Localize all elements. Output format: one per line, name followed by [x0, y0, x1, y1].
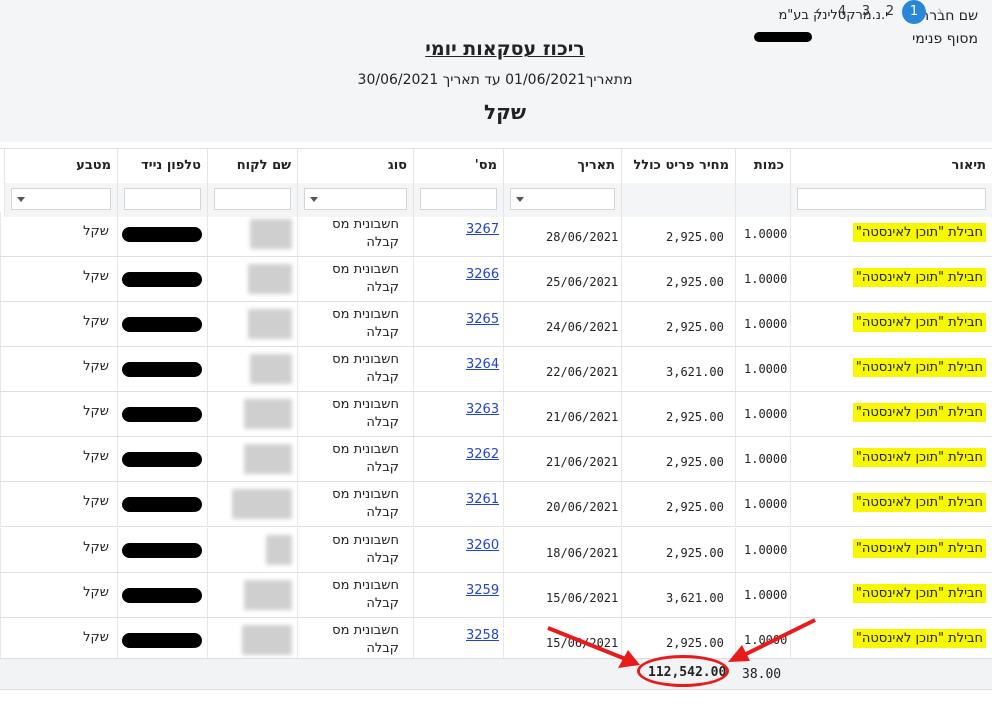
next-page-button[interactable]: › — [928, 0, 952, 24]
page-button-3[interactable]: 3 — [854, 0, 878, 24]
prev-page-button[interactable]: ‹ — [806, 0, 830, 24]
page-button-1[interactable]: 1 — [902, 0, 926, 24]
arrow-right — [728, 618, 816, 662]
page-button-4[interactable]: 4 — [830, 0, 854, 24]
annotation-arrows — [547, 618, 816, 668]
page-button-2[interactable]: 2 — [878, 0, 902, 24]
arrow-left — [547, 626, 640, 668]
